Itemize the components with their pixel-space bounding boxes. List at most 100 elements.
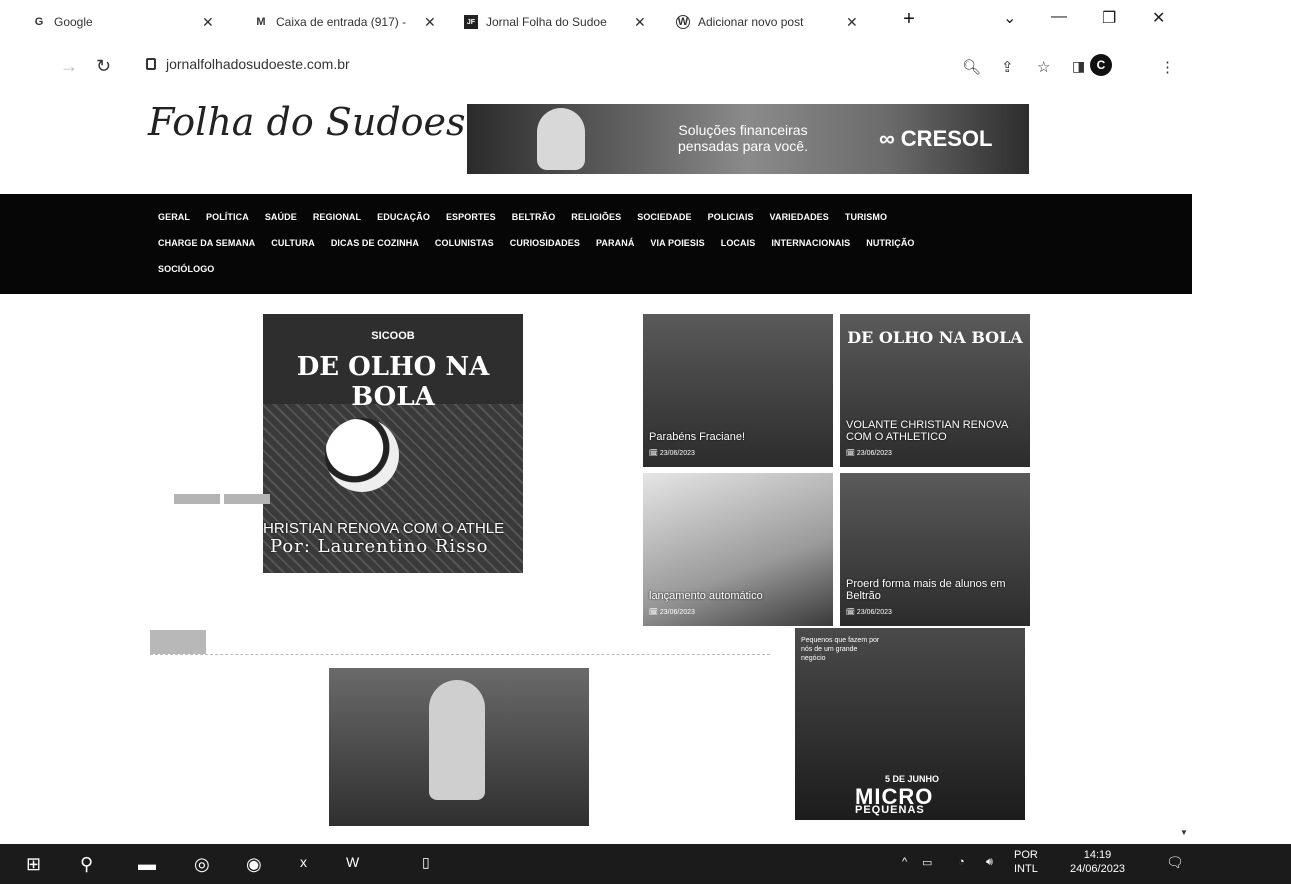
forward-icon[interactable]: → — [60, 56, 78, 77]
menu-item[interactable]: BELTRÃO — [512, 212, 556, 222]
taskbar: ⊞ ⚲ ▬ ◎ ◉ x W ▯ ^ ▭ ◔ 🔊︎ POR INTL 14:19 … — [0, 844, 1291, 884]
close-icon[interactable]: ✕ — [634, 14, 646, 31]
menu-item[interactable]: SAÚDE — [265, 212, 297, 222]
reload-icon[interactable]: ↻ — [96, 56, 111, 77]
tab-gmail[interactable]: M Caixa de entrada (917) - ✕ — [246, 5, 444, 39]
menu-item[interactable]: CHARGE DA SEMANA — [158, 238, 255, 248]
language-code: POR — [1014, 849, 1038, 861]
sidebar-ad[interactable]: Pequenos que fazem por nós de um grande … — [795, 628, 1025, 820]
hero-title[interactable]: HRISTIAN RENOVA COM O ATHLE — [263, 520, 525, 537]
section-heading — [150, 630, 206, 654]
volume-icon[interactable]: 🔊︎ — [986, 856, 993, 869]
kebab-menu-icon[interactable]: ⋮ — [1160, 58, 1175, 76]
post-date: 🗓︎ 23/06/2023 — [846, 609, 892, 616]
close-icon[interactable]: ✕ — [846, 14, 858, 31]
menu-item[interactable]: SOCIÓLOGO — [158, 264, 214, 274]
menu-item[interactable]: CURIOSIDADES — [510, 238, 580, 248]
scroll-down-arrow-icon[interactable]: ▼ — [1180, 828, 1188, 837]
bookmark-star-icon[interactable]: ☆ — [1037, 58, 1050, 76]
post-overlay-headline: DE OLHO NA BOLA — [847, 328, 1023, 347]
hero-category-tags — [174, 494, 270, 504]
site-logo[interactable]: Folha do Sudoeste — [148, 100, 503, 144]
chrome-icon[interactable]: ◉ — [246, 854, 262, 875]
restore-icon[interactable]: ❐ — [1102, 8, 1116, 28]
post-title: Proerd forma mais de alunos em Beltrão — [846, 578, 1006, 602]
avatar[interactable]: C — [1090, 54, 1112, 76]
category-tag[interactable] — [174, 494, 220, 504]
edge-icon[interactable]: ◎ — [194, 854, 210, 875]
language-indicator[interactable]: POR INTL — [1014, 848, 1038, 876]
menu-item[interactable]: LOCAIS — [721, 238, 756, 248]
tab-search-chevron-icon[interactable]: ⌄ — [1003, 8, 1016, 28]
wifi-icon[interactable]: ◔ — [958, 856, 965, 868]
menu-item[interactable]: REGIONAL — [313, 212, 361, 222]
post-date: 🗓︎ 23/06/2023 — [846, 450, 892, 457]
menu-item[interactable]: TURISMO — [845, 212, 887, 222]
network-icon[interactable]: ▭ — [922, 856, 932, 869]
post-card[interactable]: lançamento automático 🗓︎ 23/06/2023 — [643, 473, 833, 626]
notification-icon[interactable]: 🗨︎ — [1166, 854, 1184, 871]
banner-slogan: Soluções financeiras pensadas para você. — [678, 122, 808, 154]
windows-start-icon[interactable]: ⊞ — [26, 854, 41, 875]
close-icon[interactable]: ✕ — [202, 14, 214, 31]
clock[interactable]: 14:19 24/06/2023 — [1070, 848, 1125, 876]
hero-headline: DE OLHO NA BOLA — [296, 352, 490, 412]
clock-time: 14:19 — [1083, 849, 1112, 861]
post-title: VOLANTE CHRISTIAN RENOVA COM O ATHLETICO — [846, 419, 1008, 443]
menu-item[interactable]: GERAL — [158, 212, 190, 222]
soccer-ball-icon — [325, 418, 399, 492]
zoom-icon[interactable]: 🔍︎ — [962, 58, 981, 76]
tab-google[interactable]: G Google ✕ — [24, 5, 222, 39]
close-window-icon[interactable]: ✕ — [1152, 8, 1165, 28]
close-icon[interactable]: ✕ — [424, 14, 436, 31]
url-text: jornalfolhadosudoeste.com.br — [166, 56, 350, 72]
app-icon[interactable]: ▯ — [422, 854, 430, 871]
post-image — [643, 473, 833, 626]
menu-item[interactable]: RELIGIÕES — [571, 212, 621, 222]
menu-item[interactable]: VARIEDADES — [770, 212, 829, 222]
menu-item[interactable]: POLÍTICA — [206, 212, 249, 222]
menu-item[interactable]: SOCIEDADE — [637, 212, 691, 222]
category-tag[interactable] — [224, 494, 270, 504]
post-card[interactable]: Proerd forma mais de alunos em Beltrão 🗓… — [840, 473, 1030, 626]
jornal-favicon-icon: JF — [464, 15, 478, 29]
menu-item[interactable]: COLUNISTAS — [435, 238, 494, 248]
menu-item[interactable]: PARANÁ — [596, 238, 634, 248]
menu-item[interactable]: VIA POIESIS — [650, 238, 704, 248]
menu-item[interactable]: INTERNACIONAIS — [771, 238, 850, 248]
cresol-ad-banner[interactable]: Soluções financeiras pensadas para você.… — [467, 104, 1029, 174]
post-card[interactable]: Parabéns Fraciane! 🗓︎ 23/06/2023 — [643, 314, 833, 467]
menu-item[interactable]: DICAS DE COZINHA — [331, 238, 419, 248]
minimize-icon[interactable]: — — [1051, 8, 1067, 26]
url-field[interactable]: jornalfolhadosudoeste.com.br — [146, 56, 350, 72]
ad-subheadline: PEQUENAS — [855, 804, 925, 816]
sponsor-logo: SICOOB — [371, 330, 415, 342]
post-date-text: 23/06/2023 — [856, 450, 892, 457]
post-date: 🗓︎ 23/06/2023 — [649, 609, 695, 616]
post-image — [840, 473, 1030, 626]
hero-author: Por: Laurentino Risso — [270, 536, 489, 557]
excel-icon[interactable]: x — [300, 854, 307, 870]
menu-row: SOCIÓLOGO — [158, 256, 1192, 282]
menu-item[interactable]: EDUCAÇÃO — [377, 212, 430, 222]
tab-jornal[interactable]: JF Jornal Folha do Sudoe ✕ — [456, 5, 654, 39]
search-icon[interactable]: ⚲ — [80, 854, 93, 875]
wordpress-icon: W — [676, 15, 690, 29]
main-menu: GERAL POLÍTICA SAÚDE REGIONAL EDUCAÇÃO ESPORT… — [0, 194, 1192, 294]
word-icon[interactable]: W — [346, 854, 359, 870]
tab-title: Caixa de entrada (917) - — [276, 15, 407, 29]
menu-item[interactable]: CULTURA — [271, 238, 315, 248]
menu-item[interactable]: POLICIAIS — [708, 212, 754, 222]
post-title: Parabéns Fraciane! — [649, 431, 745, 443]
menu-item[interactable]: NUTRIÇÃO — [866, 238, 914, 248]
tray-chevron-icon[interactable]: ^ — [902, 856, 907, 868]
share-icon[interactable]: ⇪ — [1001, 58, 1014, 76]
post-card[interactable]: DE OLHO NA BOLA VOLANTE CHRISTIAN RENOVA… — [840, 314, 1030, 467]
file-explorer-icon[interactable]: ▬ — [138, 854, 156, 875]
section-divider — [150, 654, 770, 655]
tab-adicionar-post[interactable]: W Adicionar novo post ✕ — [668, 5, 866, 39]
side-panel-icon[interactable]: ◨ — [1072, 58, 1085, 75]
new-tab-icon[interactable]: + — [898, 8, 920, 31]
menu-item[interactable]: ESPORTES — [446, 212, 496, 222]
featured-post-image[interactable] — [329, 668, 589, 826]
